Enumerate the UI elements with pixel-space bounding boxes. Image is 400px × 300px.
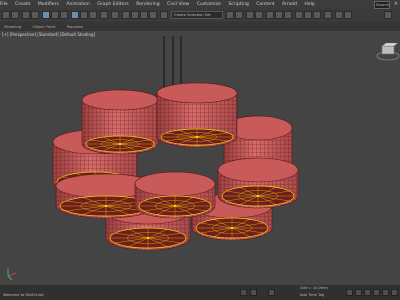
- search-box[interactable]: Search: [374, 1, 390, 9]
- viewport[interactable]: [+] [Perspective] [Standard] [Default Sh…: [0, 31, 400, 286]
- schematic-icon[interactable]: [275, 11, 283, 19]
- render-icon[interactable]: [313, 11, 321, 19]
- material-editor-icon[interactable]: [284, 11, 292, 19]
- key-filters-icon[interactable]: [268, 289, 275, 296]
- play-icon[interactable]: [364, 289, 371, 296]
- spinner-snap-icon[interactable]: [149, 11, 157, 19]
- arnold-render-icon[interactable]: [324, 11, 332, 19]
- close-icon[interactable]: ×: [394, 0, 398, 9]
- menu-rendering[interactable]: Rendering: [136, 0, 159, 9]
- lamp-shade[interactable]: [81, 89, 159, 155]
- command-panel-icon[interactable]: [344, 11, 352, 19]
- go-start-icon[interactable]: [346, 289, 353, 296]
- menu-animation[interactable]: Animation: [66, 0, 89, 9]
- edit-named-sets-icon[interactable]: [160, 11, 168, 19]
- time-tag[interactable]: Add Time Tag: [300, 293, 324, 297]
- select-by-name-icon[interactable]: [51, 11, 59, 19]
- prev-frame-icon[interactable]: [355, 289, 362, 296]
- select-icon[interactable]: [42, 11, 50, 19]
- scene-explorer-icon[interactable]: [335, 11, 343, 19]
- set-key-icon[interactable]: [250, 289, 257, 296]
- grid-readout: Grid = 10,0mm: [300, 286, 328, 290]
- ribbon-toggle-icon[interactable]: [255, 11, 263, 19]
- snap-icon[interactable]: [122, 11, 130, 19]
- viewport-label[interactable]: [+] [Perspective] [Standard] [Default Sh…: [2, 32, 95, 38]
- go-end-icon[interactable]: [382, 289, 389, 296]
- unlink-icon[interactable]: [31, 11, 39, 19]
- undo-icon[interactable]: [2, 11, 10, 19]
- link-icon[interactable]: [22, 11, 30, 19]
- redo-icon[interactable]: [11, 11, 19, 19]
- menu-arnold[interactable]: Arnold: [282, 0, 297, 9]
- menu-file[interactable]: File: [0, 0, 8, 9]
- maxscript-listener[interactable]: Welcome to MAXScript: [3, 293, 44, 297]
- selection-set-combo[interactable]: Create Selection Set: [171, 11, 223, 19]
- align-icon[interactable]: [235, 11, 243, 19]
- curve-editor-icon[interactable]: [266, 11, 274, 19]
- viewcube-icon[interactable]: [376, 42, 400, 61]
- lamp-shade[interactable]: [217, 157, 299, 209]
- chandelier-mesh[interactable]: [52, 82, 299, 251]
- ribbon-tab-modeling[interactable]: Modeling: [4, 24, 21, 29]
- rotate-icon[interactable]: [80, 11, 88, 19]
- main-toolbar: Create Selection Set: [0, 9, 400, 23]
- lamp-shade[interactable]: [156, 82, 238, 148]
- menu-bar: File Create Modifiers Animation Graph Ed…: [0, 0, 400, 9]
- pivot-icon[interactable]: [111, 11, 119, 19]
- ribbon-tab-object-paint[interactable]: Object Paint: [33, 24, 56, 29]
- mirror-icon[interactable]: [226, 11, 234, 19]
- status-bar: Welcome to MAXScript Grid = 10,0mm Add T…: [0, 285, 400, 300]
- reference-icon[interactable]: [100, 11, 108, 19]
- axis-tripod-icon: [7, 268, 17, 281]
- viewport-canvas[interactable]: [0, 31, 400, 286]
- angle-snap-icon[interactable]: [131, 11, 139, 19]
- region-select-icon[interactable]: [60, 11, 68, 19]
- menu-modifiers[interactable]: Modifiers: [38, 0, 59, 9]
- menu-civil-view[interactable]: Civil View: [167, 0, 189, 9]
- next-frame-icon[interactable]: [373, 289, 380, 296]
- menu-content[interactable]: Content: [256, 0, 274, 9]
- workspace-icon[interactable]: [384, 11, 392, 19]
- zoom-extents-icon[interactable]: [391, 289, 398, 296]
- ribbon-tab-populate[interactable]: Populate: [67, 24, 84, 29]
- render-frame-icon[interactable]: [304, 11, 312, 19]
- scale-icon[interactable]: [89, 11, 97, 19]
- menu-customize[interactable]: Customize: [197, 0, 221, 9]
- layer-icon[interactable]: [246, 11, 254, 19]
- percent-snap-icon[interactable]: [140, 11, 148, 19]
- menu-graph-editors[interactable]: Graph Editors: [97, 0, 129, 9]
- menu-help[interactable]: Help: [304, 0, 314, 9]
- lamp-shade[interactable]: [134, 171, 216, 219]
- move-icon[interactable]: [71, 11, 79, 19]
- auto-key-icon[interactable]: [240, 289, 247, 296]
- render-setup-icon[interactable]: [295, 11, 303, 19]
- menu-create[interactable]: Create: [15, 0, 30, 9]
- menu-scripting[interactable]: Scripting: [228, 0, 248, 9]
- ribbon: Modeling Object Paint Populate: [0, 22, 400, 31]
